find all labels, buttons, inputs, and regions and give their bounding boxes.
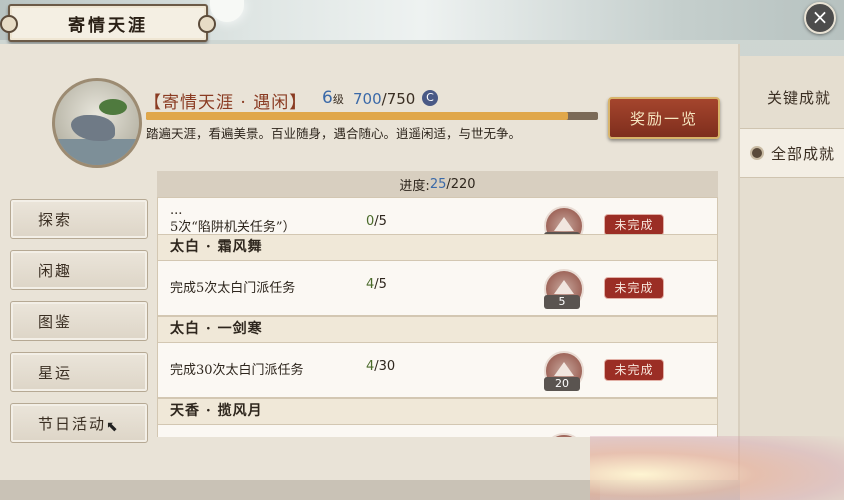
category-label: 星运 <box>38 363 73 382</box>
item-description: 完成30次太白门派任务 <box>170 363 304 378</box>
item-title: 太白 · 一剑寒 <box>157 316 718 342</box>
achievement-list[interactable]: ...5次“陷阱机关任务”） 0/5 5 未完成 太白 · 霜风舞 完成5次太白… <box>157 197 718 437</box>
reward-points: 5 <box>544 295 580 309</box>
item-progress-total: /30 <box>374 359 396 374</box>
close-icon[interactable]: × <box>804 2 836 34</box>
status-badge: 未完成 <box>604 359 664 381</box>
item-progress: 0/5 <box>366 214 387 229</box>
status-badge: 未完成 <box>604 214 664 236</box>
currency-icon: C <box>422 90 438 106</box>
bottom-edge <box>0 480 600 500</box>
progress-header: 进度: 25/220 <box>157 171 718 197</box>
points-progress-bar <box>146 112 598 120</box>
item-progress: 4/30 <box>366 359 395 374</box>
item-description-line: ... <box>170 203 183 218</box>
item-title: 太白 · 霜风舞 <box>157 234 718 260</box>
item-body: 完成30次太白门派任务 4/30 20 未完成 <box>157 342 718 398</box>
tab-all-achievements[interactable]: 全部成就 <box>740 128 844 178</box>
achievement-level: 6级 <box>322 88 344 108</box>
item-body: 完成5次太白门派任务 4/5 5 未完成 <box>157 260 718 316</box>
category-label: 探索 <box>38 210 73 229</box>
list-item: 太白 · 霜风舞 完成5次太白门派任务 4/5 5 未完成 <box>157 234 718 316</box>
right-tab-panel: 关键成就 全部成就 <box>740 56 844 500</box>
category-festival[interactable]: 节日活动 <box>10 403 148 443</box>
level-unit: 级 <box>332 93 344 106</box>
avatar-rock <box>71 115 115 141</box>
progress-current: 25 <box>429 176 447 192</box>
mouse-cursor-icon: ⬉ <box>106 419 118 435</box>
tab-label: 关键成就 <box>767 88 832 107</box>
list-item: 太白 · 一剑寒 完成30次太白门派任务 4/30 20 未完成 <box>157 316 718 398</box>
category-explore[interactable]: 探索 <box>10 199 148 239</box>
window-title-plate: 寄情天涯 <box>0 4 216 42</box>
achievement-avatar <box>52 78 142 168</box>
points-current: 700 <box>353 90 382 108</box>
avatar-tree <box>99 99 127 115</box>
knot-ornament-icon <box>198 15 216 33</box>
progress-label: 进度: <box>399 178 430 194</box>
watermark-glow <box>590 436 844 500</box>
category-label: 图鉴 <box>38 312 73 331</box>
achievement-points: 700/750 <box>353 90 415 108</box>
achievement-description: 踏遍天涯，看遍美景。百业随身，遇合随心。逍遥闲适，与世无争。 <box>146 126 522 141</box>
level-value: 6 <box>322 88 333 108</box>
category-leisure[interactable]: 闲趣 <box>10 250 148 290</box>
item-title: 天香 · 揽风月 <box>157 398 718 424</box>
tab-key-achievements[interactable]: 关键成就 <box>740 72 844 122</box>
achievement-title: 【寄情天涯 · 遇闲】 <box>144 93 308 113</box>
tab-label: 全部成就 <box>771 144 836 163</box>
reward-medal-icon <box>544 433 584 437</box>
avatar-ground <box>55 139 139 165</box>
reward-points: 20 <box>544 377 580 391</box>
item-progress: 4/5 <box>366 277 387 292</box>
points-total: /750 <box>381 90 416 108</box>
selected-dot-icon <box>750 146 764 160</box>
progress-total: /220 <box>446 176 476 192</box>
item-progress-total: /5 <box>374 277 387 292</box>
status-badge: 未完成 <box>604 277 664 299</box>
item-description: ... 5次“陷阱机关任务”） <box>170 202 296 236</box>
reward-overview-button[interactable]: 奖励一览 <box>608 97 720 139</box>
category-fortune[interactable]: 星运 <box>10 352 148 392</box>
category-label: 节日活动 <box>38 414 107 433</box>
item-description: 完成5次太白门派任务 <box>170 281 296 296</box>
item-progress-total: /5 <box>374 214 387 229</box>
points-progress-fill <box>146 112 568 120</box>
category-label: 闲趣 <box>38 261 73 280</box>
list-item: 天香 · 揽风月 <box>157 398 718 437</box>
knot-ornament-icon <box>0 15 18 33</box>
window-title: 寄情天涯 <box>68 15 148 36</box>
category-collection[interactable]: 图鉴 <box>10 301 148 341</box>
